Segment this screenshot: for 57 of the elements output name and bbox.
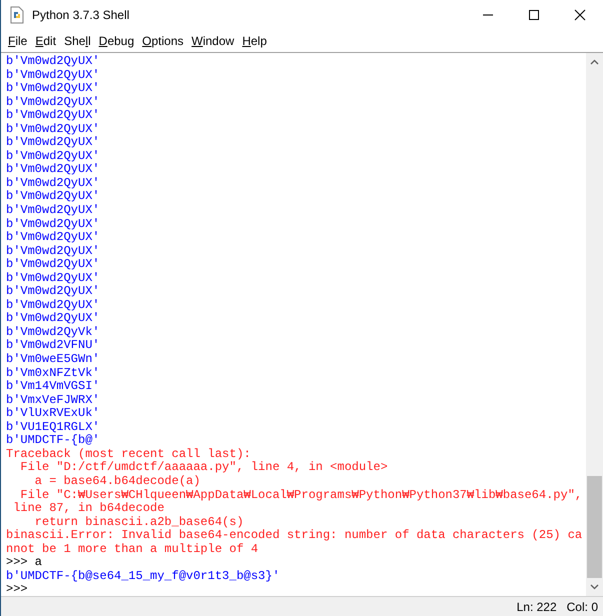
- shell-line: b'Vm0wd2QyVk': [6, 326, 101, 339]
- shell-line: b'Vm0wd2QyUX': [6, 272, 101, 285]
- shell-line: >>>: [6, 583, 29, 596]
- shell-line: b'Vm0wd2QyUX': [6, 176, 101, 190]
- shell-line: b'Vm0wd2QyUX': [6, 231, 101, 245]
- shell-line: b'Vm0wd2QyUX': [6, 204, 101, 218]
- menu-item[interactable]: Shell: [60, 34, 95, 48]
- shell-line: nnot be 1 more than a multiple of 4: [6, 542, 260, 556]
- scrollbar[interactable]: [586, 53, 603, 596]
- line-number: Ln: 222: [516, 600, 557, 614]
- shell-line: b'Vm0wd2VFNU': [6, 339, 101, 353]
- shell-line: File "C:₩Users₩CHlqueen₩AppData₩Local₩Programs₩Python₩Python37₩lib₩base64.py",: [19, 488, 584, 502]
- shell-line: b'Vm0wd2QyUX': [6, 68, 101, 82]
- shell-line: b'Vm0wd2QyUX': [6, 244, 101, 258]
- menu-item[interactable]: Help: [238, 34, 271, 48]
- scroll-up-icon[interactable]: [590, 59, 599, 65]
- menu-item[interactable]: Edit: [31, 34, 60, 48]
- shell-line: b'Vm14VmVGSI': [6, 380, 101, 394]
- shell-line: return binascii.a2b_base64(s): [34, 516, 245, 529]
- menu-item[interactable]: File: [4, 34, 32, 48]
- menu-item[interactable]: Window: [188, 34, 238, 48]
- shell-line: >>> a: [6, 556, 44, 570]
- shell-line: line 87, in b64decode: [12, 502, 166, 516]
- shell-line: b'Vm0wd2QyUX': [6, 150, 101, 163]
- shell-line: b'Vm0wd2QyUX': [6, 136, 101, 150]
- shell-line: b'Vm0wd2QyUX': [6, 298, 101, 312]
- shell-line: b'Vm0wd2QyUX': [6, 82, 101, 96]
- shell-line: b'Vm0wd2QyUX': [6, 312, 101, 326]
- shell-line: binascii.Error: Invalid base64-encoded string: number of data characters (25) ca: [6, 529, 584, 543]
- shell-line: b'UMDCTF-{b@se64_15_my_f@v0r1t3_b@s3}': [6, 570, 281, 584]
- shell-line: b'VU1EQ1RGLX': [6, 420, 101, 434]
- shell-line: b'Vm0wd2QyUX': [6, 285, 101, 299]
- menu-item[interactable]: Options: [138, 34, 188, 48]
- shell-line: b'Vm0wd2QyUX': [6, 122, 101, 136]
- shell-line: b'UMDCTF-{b@': [6, 434, 101, 448]
- column-number: Col: 0: [566, 600, 598, 614]
- shell-line: a = base64.b64decode(a): [34, 474, 202, 488]
- shell-line: b'Vm0xNFZtVk': [6, 366, 101, 380]
- close-icon: [574, 9, 586, 21]
- scroll-down-icon[interactable]: [590, 584, 599, 590]
- shell-line: b'Vm0wd2QyUX': [6, 190, 101, 204]
- shell-line: Traceback (most recent call last):: [6, 448, 252, 461]
- shell-line: b'Vm0wd2QyUX': [6, 109, 101, 123]
- shell-line: b'Vm0wd2QyUX': [6, 163, 101, 177]
- shell-line: b'VlUxRVExUk': [6, 407, 101, 421]
- shell-line: b'Vm0wd2QyUX': [6, 96, 101, 109]
- shell-line: b'VmxVeFJWRX': [6, 394, 101, 407]
- shell-line: b'Vm0wd2QyUX': [6, 55, 101, 69]
- window-title: Python 3.7.3 Shell: [32, 8, 130, 22]
- shell-line: File "D:/ctf/umdctf/aaaaaa.py", line 4, in <module>: [19, 461, 389, 475]
- shell-line: b'Vm0wd2QyUX': [6, 258, 101, 272]
- menu-item[interactable]: Debug: [94, 34, 138, 48]
- shell-line: b'Vm0weE5GWn': [6, 353, 101, 367]
- shell-line: b'Vm0wd2QyUX': [6, 218, 101, 231]
- scroll-thumb[interactable]: [587, 476, 602, 578]
- python-file-icon: [8, 6, 26, 24]
- maximize-icon: [528, 9, 540, 21]
